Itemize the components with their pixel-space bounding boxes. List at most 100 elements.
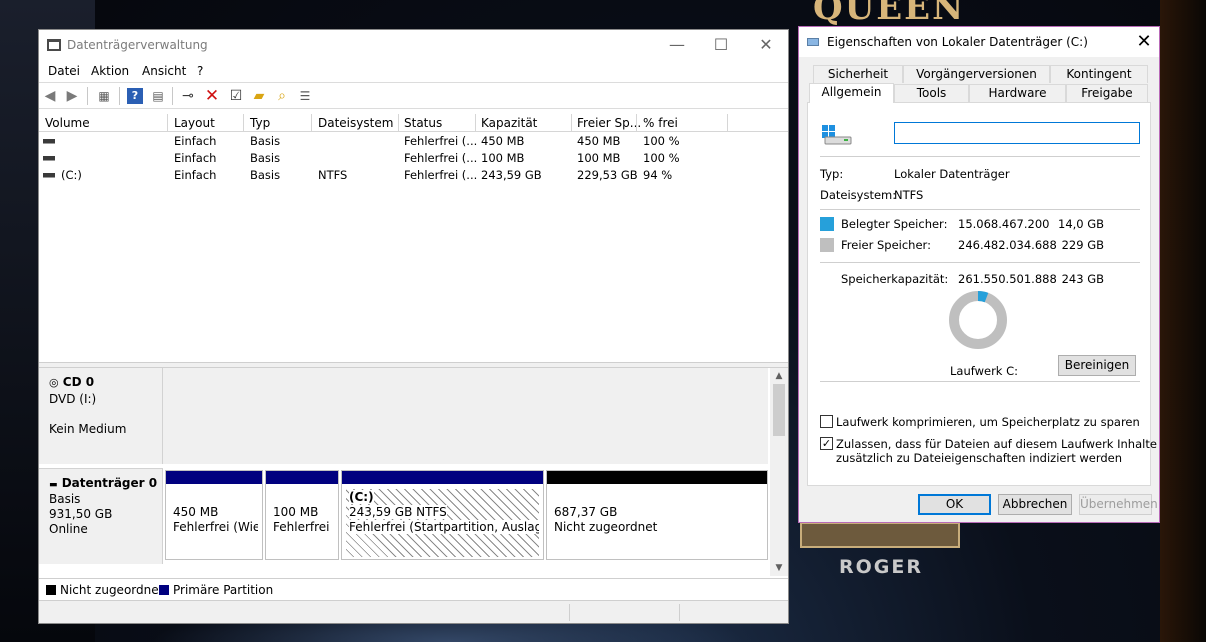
scroll-down-icon[interactable]: ▼ [770, 560, 788, 576]
cell-freier-speicher: 450 MB [577, 134, 621, 148]
search-folder-icon[interactable]: ⌕ [274, 88, 290, 104]
tab-freigabe[interactable]: Freigabe [1066, 84, 1148, 102]
tab-allgemein[interactable]: Allgemein [809, 83, 894, 103]
tab-kontingent[interactable]: Kontingent [1050, 65, 1148, 83]
filesystem-label: Dateisystem: [820, 188, 897, 202]
cd-type: DVD (I:) [49, 392, 97, 406]
column-divider[interactable] [475, 114, 476, 132]
column-divider[interactable] [311, 114, 312, 132]
partition-efi[interactable]: 100 MB Fehlerfrei (E [265, 470, 339, 560]
legend-primary-swatch [159, 585, 169, 595]
cd-disk-label[interactable]: ◎ CD 0 DVD (I:) Kein Medium [39, 368, 163, 464]
capacity-bytes: 261.550.501.888 [958, 272, 1057, 286]
menu-aktion[interactable]: Aktion [91, 64, 129, 78]
column-divider[interactable] [243, 114, 244, 132]
partition-status: Fehlerfrei (Startpartition, Auslagerur [349, 520, 539, 534]
partition-size: 100 MB [273, 505, 319, 519]
table-row[interactable]: (C:) Einfach Basis NTFS Fehlerfrei (... … [39, 167, 788, 184]
column-divider[interactable] [571, 114, 572, 132]
drive-name-input[interactable] [894, 122, 1140, 144]
ok-button[interactable]: OK [918, 494, 991, 515]
maximize-button[interactable]: ☐ [706, 34, 736, 56]
column-header-prozent-frei[interactable]: % frei [643, 116, 678, 130]
column-header-freier-speicher[interactable]: Freier Sp... [577, 116, 641, 130]
minimize-button[interactable]: — [662, 34, 692, 56]
column-divider[interactable] [398, 114, 399, 132]
column-header-dateisystem[interactable]: Dateisystem [318, 116, 393, 130]
disk0-label[interactable]: ▬ Datenträger 0 Basis 931,50 GB Online [39, 468, 163, 564]
cell-freier-speicher: 229,53 GB [577, 168, 638, 182]
properties-view-icon[interactable]: ▤ [150, 88, 166, 104]
column-header-kapazitaet[interactable]: Kapazität [481, 116, 537, 130]
index-checkbox[interactable]: ✓ [820, 437, 833, 450]
tab-page-allgemein: Typ: Lokaler Datenträger Dateisystem: NT… [807, 102, 1157, 486]
column-divider[interactable] [636, 114, 637, 132]
cleanup-button[interactable]: Bereinigen [1058, 355, 1136, 376]
partition-unallocated[interactable]: 687,37 GB Nicht zugeordnet [546, 470, 768, 560]
usage-donut-chart [949, 291, 1007, 349]
dialog-close-button[interactable]: ✕ [1132, 30, 1156, 54]
cd-drive-icon: ◎ [49, 376, 59, 389]
column-header-volume[interactable]: Volume [45, 116, 90, 130]
index-label-line2: zusätzlich zu Dateieigenschaften indizie… [836, 451, 1123, 465]
options-list-icon[interactable]: ☰ [297, 88, 313, 104]
column-header-layout[interactable]: Layout [174, 116, 215, 130]
cell-dateisystem: NTFS [318, 168, 348, 182]
partition-body-selected: (C:) 243,59 GB NTFS Fehlerfrei (Startpar… [346, 489, 539, 557]
compress-checkbox[interactable] [820, 415, 833, 428]
partition-status: Fehlerfrei (Wied [173, 520, 258, 534]
free-space-gb: 229 GB [1061, 238, 1104, 252]
cell-layout: Einfach [174, 168, 217, 182]
cd-name-row: ◎ CD 0 [49, 375, 94, 389]
toolbar: ◀ ▶ ▦ ? ▤ ⊸ ✕ ☑ ▰ ⌕ ☰ [39, 82, 788, 109]
delete-icon[interactable]: ✕ [204, 88, 220, 105]
free-space-swatch [820, 238, 834, 252]
cell-kapazitaet: 100 MB [481, 151, 525, 165]
close-button[interactable]: ✕ [751, 34, 781, 56]
column-divider[interactable] [167, 114, 168, 132]
table-row[interactable]: Einfach Basis Fehlerfrei (... 450 MB 450… [39, 133, 788, 150]
dialog-title-bar[interactable]: Eigenschaften von Lokaler Datenträger (C… [799, 27, 1159, 57]
column-header-status[interactable]: Status [404, 116, 442, 130]
cd-volume-area[interactable] [163, 368, 768, 464]
cancel-button[interactable]: Abbrechen [998, 494, 1072, 515]
tab-hardware[interactable]: Hardware [969, 84, 1066, 102]
back-arrow-icon[interactable]: ◀ [42, 88, 58, 104]
table-row[interactable]: Einfach Basis Fehlerfrei (... 100 MB 100… [39, 150, 788, 167]
forward-arrow-icon[interactable]: ▶ [64, 88, 80, 104]
window-title: Datenträgerverwaltung [67, 38, 208, 52]
used-space-swatch [820, 217, 834, 231]
capacity-label: Speicherkapazität: [841, 272, 949, 286]
partition-recovery[interactable]: 450 MB Fehlerfrei (Wied [165, 470, 263, 560]
cell-typ: Basis [250, 134, 281, 148]
title-bar[interactable]: Datenträgerverwaltung — ☐ ✕ [39, 30, 788, 60]
menu-ansicht[interactable]: Ansicht [142, 64, 186, 78]
status-separator [569, 604, 570, 621]
divider [820, 156, 1140, 157]
folder-up-icon[interactable]: ▰ [251, 88, 267, 104]
scroll-thumb[interactable] [773, 384, 785, 436]
scroll-up-icon[interactable]: ▲ [770, 368, 788, 384]
console-tree-icon[interactable]: ▦ [96, 88, 112, 104]
vertical-scrollbar[interactable]: ▲ ▼ [770, 368, 788, 576]
poster-frame [800, 522, 960, 548]
disk0-name: Datenträger 0 [61, 476, 158, 490]
menu-datei[interactable]: Datei [48, 64, 80, 78]
checklist-icon[interactable]: ☑ [228, 88, 244, 104]
cell-volume: (C:) [61, 168, 82, 182]
divider [820, 381, 1140, 382]
help-icon[interactable]: ? [127, 88, 143, 104]
cell-layout: Einfach [174, 134, 217, 148]
apply-button[interactable]: Übernehmen [1079, 494, 1158, 515]
partition-size: 243,59 GB NTFS [349, 505, 447, 519]
connect-drive-icon[interactable]: ⊸ [180, 88, 196, 104]
partition-status: Nicht zugeordnet [554, 520, 658, 534]
column-header-typ[interactable]: Typ [250, 116, 270, 130]
tab-sicherheit[interactable]: Sicherheit [813, 65, 903, 83]
column-divider[interactable] [727, 114, 728, 132]
disk0-state: Online [49, 522, 88, 536]
menu-help[interactable]: ? [197, 64, 203, 78]
tab-tools[interactable]: Tools [894, 84, 969, 102]
partition-c[interactable]: (C:) 243,59 GB NTFS Fehlerfrei (Startpar… [341, 470, 544, 560]
tab-vorgaengerversionen[interactable]: Vorgängerversionen [903, 65, 1050, 83]
